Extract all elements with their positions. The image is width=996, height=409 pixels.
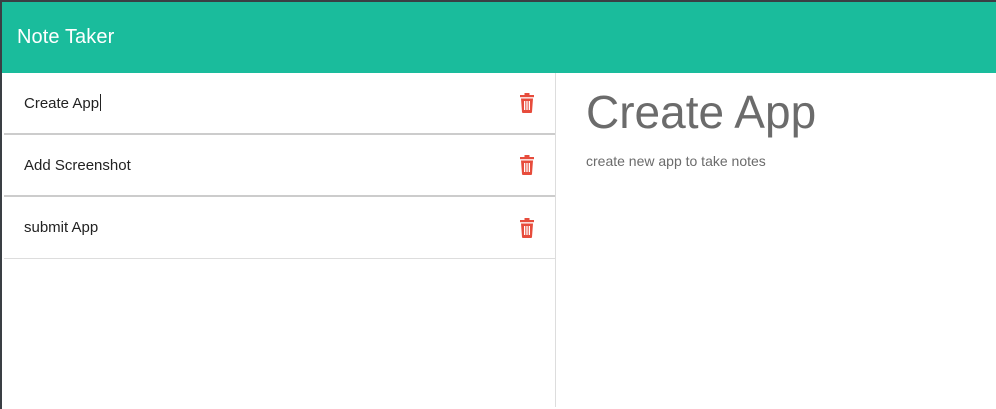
note-editor: Create App create new app to take notes [556,73,996,407]
note-list: Create App Add Screenshot submit App [2,73,556,407]
trash-icon[interactable] [519,155,535,175]
note-text-field[interactable]: create new app to take notes [586,153,966,169]
list-item[interactable]: submit App [4,197,555,259]
trash-icon[interactable] [519,93,535,113]
note-title: Create App [24,94,102,112]
note-title: submit App [24,219,99,236]
note-title-field[interactable]: Create App [586,85,966,139]
trash-icon[interactable] [519,217,535,238]
text-cursor [100,94,102,111]
brand-title[interactable]: Note Taker [17,26,114,49]
note-title: Add Screenshot [24,156,131,174]
app-window: Note Taker Create App Add Screenshot sub… [0,0,996,409]
list-item[interactable]: Add Screenshot [4,135,555,197]
navbar: Note Taker [2,2,996,73]
list-item[interactable]: Create App [4,73,555,135]
main-content: Create App Add Screenshot submit App Cre… [2,73,996,407]
